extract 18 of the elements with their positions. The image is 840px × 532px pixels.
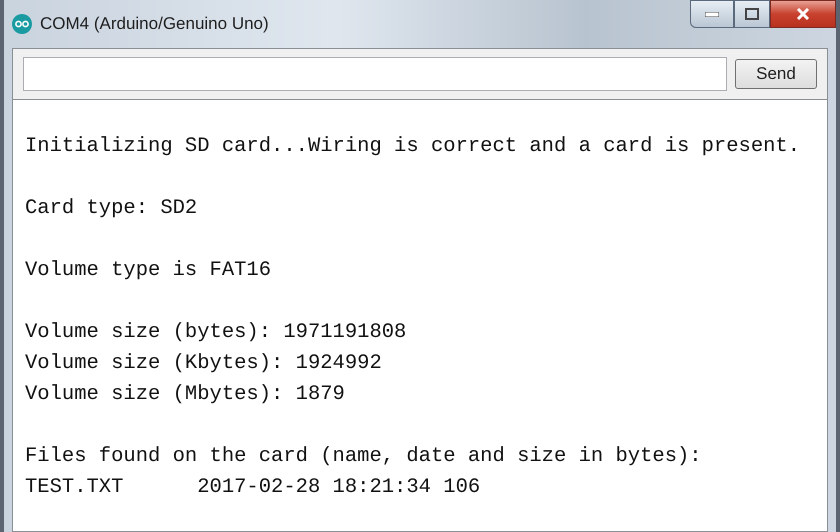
maximize-button[interactable]: [734, 0, 770, 28]
minimize-button[interactable]: [690, 0, 734, 28]
output-line: Volume size (Mbytes): 1879: [25, 382, 345, 408]
message-input-field[interactable]: [23, 57, 727, 91]
output-line: TEST.TXT 2017-02-28 18:21:34 106: [25, 475, 480, 501]
output-line: Card type: SD2: [25, 196, 198, 222]
maximize-icon: [745, 8, 759, 20]
infinity-logo-icon: [12, 14, 32, 34]
output-line: Volume size (bytes): 1971191808: [25, 320, 406, 346]
output-line: Initializing SD card...Wiring is correct and a card is present.: [25, 134, 800, 160]
output-line: Volume size (Kbytes): 1924992: [25, 351, 382, 377]
close-button[interactable]: [770, 0, 836, 28]
close-icon: [796, 8, 810, 20]
output-line: Files found on the card (name, date and size in bytes):: [25, 444, 702, 470]
send-button[interactable]: Send: [735, 59, 817, 89]
output-line: Volume type is FAT16: [25, 258, 272, 284]
window-title: COM4 (Arduino/Genuino Uno): [40, 13, 269, 36]
minimize-icon: [705, 12, 719, 16]
